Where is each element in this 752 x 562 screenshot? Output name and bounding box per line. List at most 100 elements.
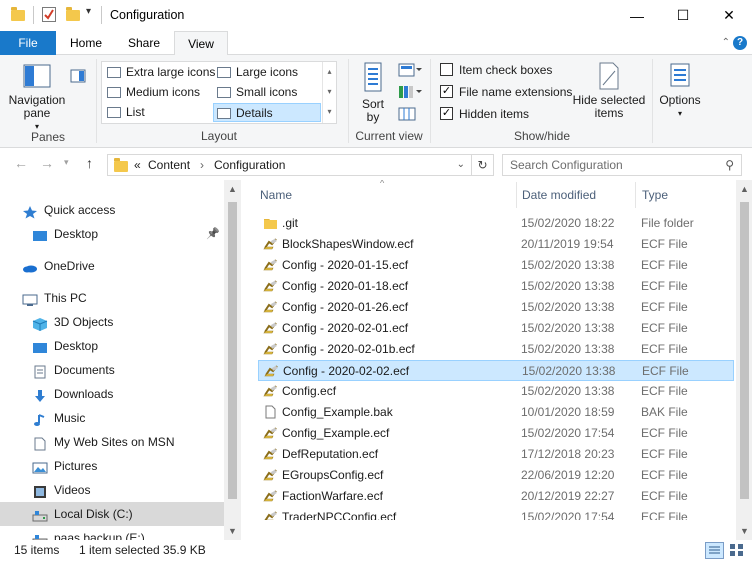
layout-option-label: Medium icons xyxy=(126,85,201,99)
file-row[interactable]: Config - 2020-02-01b.ecf 15/02/2020 13:38… xyxy=(258,339,734,360)
nav-item[interactable]: Desktop 📌 xyxy=(0,222,224,246)
nav-item[interactable]: This PC xyxy=(0,286,224,310)
group-by-button[interactable] xyxy=(398,63,422,80)
new-folder-icon[interactable] xyxy=(66,7,80,21)
maximize-button[interactable]: ☐ xyxy=(660,0,706,31)
ecf-file-icon xyxy=(263,342,278,356)
breadcrumb-content[interactable]: Content xyxy=(148,158,190,172)
layout-large-icons[interactable]: Large icons xyxy=(214,63,320,82)
file-row[interactable]: Config - 2020-01-15.ecf 15/02/2020 13:38 E… xyxy=(258,255,734,276)
close-button[interactable]: ✕ xyxy=(706,0,752,31)
refresh-button[interactable]: ↻ xyxy=(472,154,494,176)
breadcrumb-overflow[interactable]: « xyxy=(134,158,141,172)
nav-item-label: Pictures xyxy=(54,459,98,473)
minimize-button[interactable]: — xyxy=(614,0,660,31)
layout-gallery-scroll[interactable]: ▴ ▾ ▾ xyxy=(322,62,336,123)
star-icon xyxy=(22,203,38,219)
column-header-date-modified[interactable]: Date modified xyxy=(522,180,632,210)
file-row[interactable]: Config_Example.ecf 15/02/2020 17:54 ECF Fi… xyxy=(258,423,734,444)
hide-selected-items-button[interactable]: Hide selected items xyxy=(570,61,648,120)
layout-small-icons[interactable]: Small icons xyxy=(214,83,320,102)
hide-selected-label-2: items xyxy=(594,106,624,120)
file-date-modified: 15/02/2020 13:38 xyxy=(521,342,615,356)
file-row[interactable]: BlockShapesWindow.ecf 20/11/2019 19:54 ECF… xyxy=(258,234,734,255)
nav-item[interactable]: Documents xyxy=(0,358,224,382)
nav-item[interactable]: Videos xyxy=(0,478,224,502)
sort-by-button[interactable]: Sort by xyxy=(356,61,390,124)
layout-list[interactable]: List xyxy=(104,103,212,122)
nav-item[interactable]: Music xyxy=(0,406,224,430)
file-name-extensions-checkbox[interactable]: ✓ File name extensions xyxy=(440,85,572,99)
file-row[interactable]: Config_Example.bak 10/01/2020 18:59 BAK Fi… xyxy=(258,402,734,423)
nav-item[interactable]: paas backup (E:) xyxy=(0,526,224,540)
hidden-items-checkbox[interactable]: ✓ Hidden items xyxy=(440,107,529,121)
layout-option-label: Small icons xyxy=(236,85,298,99)
help-icon[interactable]: ? xyxy=(733,36,747,50)
column-header-name[interactable]: Name xyxy=(260,180,510,210)
layout-extra-large-icons[interactable]: Extra large icons xyxy=(104,63,216,82)
back-arrow-icon[interactable]: ← xyxy=(14,155,28,171)
scrollbar-thumb[interactable] xyxy=(228,202,237,499)
address-dropdown-icon[interactable]: ⌄ xyxy=(457,159,465,170)
preview-pane-button[interactable] xyxy=(70,69,86,86)
properties-icon[interactable] xyxy=(42,7,56,22)
ecf-file-icon xyxy=(263,258,278,272)
nav-item[interactable]: Quick access xyxy=(0,198,224,222)
nav-item[interactable]: OneDrive xyxy=(0,254,224,278)
chevron-down-icon[interactable]: ▾ xyxy=(86,6,91,17)
nav-item[interactable]: Downloads xyxy=(0,382,224,406)
search-box[interactable]: Search Configuration ⚲ xyxy=(502,154,742,176)
recent-locations-chevron-icon[interactable]: ▾ xyxy=(64,157,69,168)
file-list-scrollbar[interactable]: ▲ ▼ xyxy=(736,180,752,540)
file-type: ECF File xyxy=(641,258,688,272)
layout-medium-icons[interactable]: Medium icons xyxy=(104,83,216,102)
large-icons-view-button[interactable] xyxy=(728,542,747,559)
file-row[interactable]: EGroupsConfig.ecf 22/06/2019 12:20 ECF Fil… xyxy=(258,465,734,486)
tab-file[interactable]: File xyxy=(0,31,56,55)
file-row[interactable]: Config - 2020-02-01.ecf 15/02/2020 13:38 E… xyxy=(258,318,734,339)
size-columns-button[interactable] xyxy=(398,107,416,124)
tab-view[interactable]: View xyxy=(174,31,228,56)
file-name: .git xyxy=(282,216,299,230)
add-columns-button[interactable] xyxy=(398,85,422,102)
file-row[interactable]: FactionWarfare.ecf 20/12/2019 22:27 ECF Fi… xyxy=(258,486,734,507)
tab-share[interactable]: Share xyxy=(116,31,172,55)
nav-item[interactable]: 3D Objects xyxy=(0,310,224,334)
nav-pane-scrollbar[interactable]: ▲ ▼ xyxy=(224,180,241,540)
collapse-ribbon-icon[interactable]: ⌃ xyxy=(722,37,730,48)
options-button[interactable]: Options ▾ xyxy=(656,61,704,120)
ecf-file-icon xyxy=(263,237,278,251)
forward-arrow-icon[interactable]: → xyxy=(40,155,54,171)
column-header-type[interactable]: Type xyxy=(642,180,732,210)
scroll-down-icon[interactable]: ▼ xyxy=(736,526,752,536)
navigation-pane-button[interactable]: Navigation pane ▾ xyxy=(6,61,68,133)
file-row[interactable]: Config - 2020-01-18.ecf 15/02/2020 13:38 E… xyxy=(258,276,734,297)
search-input[interactable]: Search Configuration xyxy=(510,158,623,172)
file-row[interactable]: DefReputation.ecf 17/12/2018 20:23 ECF Fil… xyxy=(258,444,734,465)
file-date-modified: 15/02/2020 17:54 xyxy=(521,426,615,440)
nav-item[interactable]: Local Disk (C:) xyxy=(0,502,224,526)
blank-file-icon xyxy=(263,405,278,419)
nav-item-label: Desktop xyxy=(54,227,99,241)
breadcrumb-configuration[interactable]: Configuration xyxy=(214,158,285,172)
pin-icon: 📌 xyxy=(206,228,220,240)
scrollbar-thumb[interactable] xyxy=(740,202,749,499)
scroll-down-icon[interactable]: ▼ xyxy=(224,526,241,536)
up-arrow-icon[interactable]: ↑ xyxy=(86,155,93,171)
file-row[interactable]: Config - 2020-01-26.ecf 15/02/2020 13:38 E… xyxy=(258,297,734,318)
tab-home[interactable]: Home xyxy=(60,31,112,55)
nav-item[interactable]: Desktop xyxy=(0,334,224,358)
scroll-up-icon[interactable]: ▲ xyxy=(736,184,752,194)
layout-details[interactable]: Details xyxy=(213,103,321,122)
file-type: ECF File xyxy=(642,364,689,378)
item-check-boxes-checkbox[interactable]: Item check boxes xyxy=(440,63,552,77)
scroll-up-icon[interactable]: ▲ xyxy=(224,184,241,194)
nav-item[interactable]: Pictures xyxy=(0,454,224,478)
address-bar[interactable]: « Content › Configuration ⌄ xyxy=(107,154,472,176)
file-row[interactable]: Config.ecf 15/02/2020 13:38 ECF File xyxy=(258,381,734,402)
details-view-button[interactable] xyxy=(705,542,724,559)
file-row[interactable]: TraderNPCConfig.ecf 15/02/2020 17:54 ECF F… xyxy=(258,507,734,520)
file-row[interactable]: Config - 2020-02-02.ecf 15/02/2020 13:38 E… xyxy=(258,360,734,381)
nav-item[interactable]: My Web Sites on MSN xyxy=(0,430,224,454)
file-row[interactable]: .git 15/02/2020 18:22 File folder xyxy=(258,213,734,234)
